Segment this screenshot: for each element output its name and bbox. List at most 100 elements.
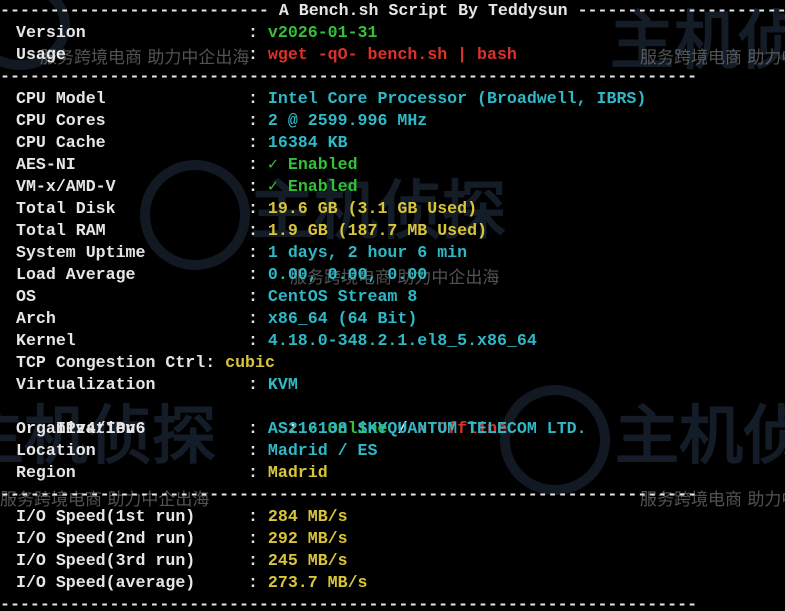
row-value: 273.7 MB/s (267, 573, 368, 592)
system-info-row: Kernel: 4.18.0-348.2.1.el8_5.x86_64 (16, 330, 537, 352)
row-label: Total Disk (16, 199, 116, 218)
separator-dashes: ----------------------------- (577, 1, 785, 20)
row-colon: : (248, 265, 268, 284)
row-colon: : (248, 309, 268, 328)
system-info-row: Virtualization: KVM (16, 374, 298, 396)
header-row: Version: v2026-01-31 (16, 22, 377, 44)
row-label: TCP Congestion Ctrl (16, 353, 206, 372)
row-colon: : (248, 111, 268, 130)
row-colon: : (248, 177, 268, 196)
system-info-row: AES-NI: ✓ Enabled (16, 154, 358, 176)
separator-line: ----------------------------------------… (0, 595, 698, 611)
row-value: x86_64 (64 Bit) (267, 309, 418, 328)
row-label: CPU Model (16, 89, 106, 108)
system-info-row: TCP Congestion Ctrl: cubic (16, 352, 275, 374)
row-value: 16384 KB (267, 133, 348, 152)
row-value: v2026-01-31 (267, 23, 378, 42)
row-value: AS216138 SKYQUANTUM TELECOM LTD. (267, 419, 587, 438)
row-label: I/O Speed(2nd run) (16, 529, 196, 548)
row-label: Location (16, 441, 96, 460)
row-colon: : (248, 221, 268, 240)
row-colon: : (248, 23, 268, 42)
network-info-row: Organization: AS216138 SKYQUANTUM TELECO… (16, 418, 587, 440)
row-colon: : (248, 243, 268, 262)
header-row: Usage: wget -qO- bench.sh | bash (16, 44, 517, 66)
row-colon: : (248, 551, 268, 570)
io-speed-row: I/O Speed(3rd run): 245 MB/s (16, 550, 348, 572)
row-label: CPU Cores (16, 111, 106, 130)
row-colon: : (248, 133, 268, 152)
title-separator: --------------------------- A Bench.sh S… (0, 0, 785, 22)
row-value: ✓ Enabled (267, 177, 358, 196)
row-value: ✓ Enabled (267, 155, 358, 174)
network-info-row: Location: Madrid / ES (16, 440, 377, 462)
row-value: 1.9 GB (187.7 MB Used) (267, 221, 487, 240)
row-colon: : (205, 353, 226, 372)
row-value: wget -qO- bench.sh | bash (267, 45, 517, 64)
row-value: Intel Core Processor (Broadwell, IBRS) (267, 89, 647, 108)
row-label: I/O Speed(1st run) (16, 507, 196, 526)
row-colon: : (248, 331, 268, 350)
separator-dashes: --------------------------- (0, 1, 279, 20)
row-label: OS (16, 287, 36, 306)
watermark-logo-icon (500, 385, 610, 495)
info-row-ip-status: IPv4/IPv6: ✓ Online / ✗ Offline (16, 396, 507, 438)
row-value: KVM (267, 375, 298, 394)
system-info-row: Total Disk: 19.6 GB (3.1 GB Used) (16, 198, 477, 220)
separator-line: ----------------------------------------… (0, 67, 698, 86)
script-title: A Bench.sh Script By Teddysun (278, 1, 568, 20)
row-label: CPU Cache (16, 133, 106, 152)
row-colon: : (248, 529, 268, 548)
io-speed-row: I/O Speed(average): 273.7 MB/s (16, 572, 368, 594)
row-value: 4.18.0-348.2.1.el8_5.x86_64 (267, 331, 537, 350)
row-colon: : (248, 463, 268, 482)
row-value: 19.6 GB (3.1 GB Used) (267, 199, 478, 218)
system-info-row: Total RAM: 1.9 GB (187.7 MB Used) (16, 220, 487, 242)
row-label: Region (16, 463, 76, 482)
row-label: Kernel (16, 331, 76, 350)
system-info-row: CPU Model: Intel Core Processor (Broadwe… (16, 88, 646, 110)
row-colon: : (248, 375, 268, 394)
row-value: cubic (225, 353, 275, 372)
row-value: 2 @ 2599.996 MHz (267, 111, 428, 130)
row-value: 1 days, 2 hour 6 min (267, 243, 468, 262)
row-label: Load Average (16, 265, 136, 284)
row-label: Organization (16, 419, 136, 438)
row-colon: : (248, 507, 268, 526)
row-label: Arch (16, 309, 56, 328)
row-value: Madrid (267, 463, 328, 482)
row-value: Madrid / ES (267, 441, 378, 460)
row-value: 0.00, 0.00, 0.00 (267, 265, 428, 284)
system-info-row: Arch: x86_64 (64 Bit) (16, 308, 417, 330)
row-label: I/O Speed(3rd run) (16, 551, 196, 570)
row-label: I/O Speed(average) (16, 573, 196, 592)
watermark-big-text: 主机侦探 (615, 400, 785, 474)
system-info-row: VM-x/AMD-V: ✓ Enabled (16, 176, 358, 198)
row-colon: : (248, 573, 268, 592)
row-label: Usage (16, 45, 66, 64)
row-colon: : (248, 419, 268, 438)
system-info-row: OS: CentOS Stream 8 (16, 286, 417, 308)
row-colon: : (248, 287, 268, 306)
row-value: CentOS Stream 8 (267, 287, 418, 306)
row-label: Virtualization (16, 375, 156, 394)
network-info-row: Region: Madrid (16, 462, 328, 484)
io-speed-row: I/O Speed(2nd run): 292 MB/s (16, 528, 348, 550)
row-colon: : (248, 89, 268, 108)
terminal-window[interactable]: 主机侦探 主机侦探 主机侦探 主机侦探 服务跨境电商 助力中企出海 服务跨境电商… (0, 0, 785, 611)
system-info-row: CPU Cache: 16384 KB (16, 132, 348, 154)
row-value: 292 MB/s (267, 529, 348, 548)
row-colon: : (248, 155, 268, 174)
row-label: System Uptime (16, 243, 146, 262)
row-value: 245 MB/s (267, 551, 348, 570)
system-info-row: System Uptime: 1 days, 2 hour 6 min (16, 242, 467, 264)
row-label: Total RAM (16, 221, 106, 240)
row-colon: : (248, 45, 268, 64)
row-colon: : (248, 199, 268, 218)
system-info-row: Load Average: 0.00, 0.00, 0.00 (16, 264, 427, 286)
row-colon: : (248, 441, 268, 460)
system-info-row: CPU Cores: 2 @ 2599.996 MHz (16, 110, 427, 132)
separator-line: ----------------------------------------… (0, 485, 698, 504)
row-label: AES-NI (16, 155, 76, 174)
io-speed-row: I/O Speed(1st run): 284 MB/s (16, 506, 348, 528)
